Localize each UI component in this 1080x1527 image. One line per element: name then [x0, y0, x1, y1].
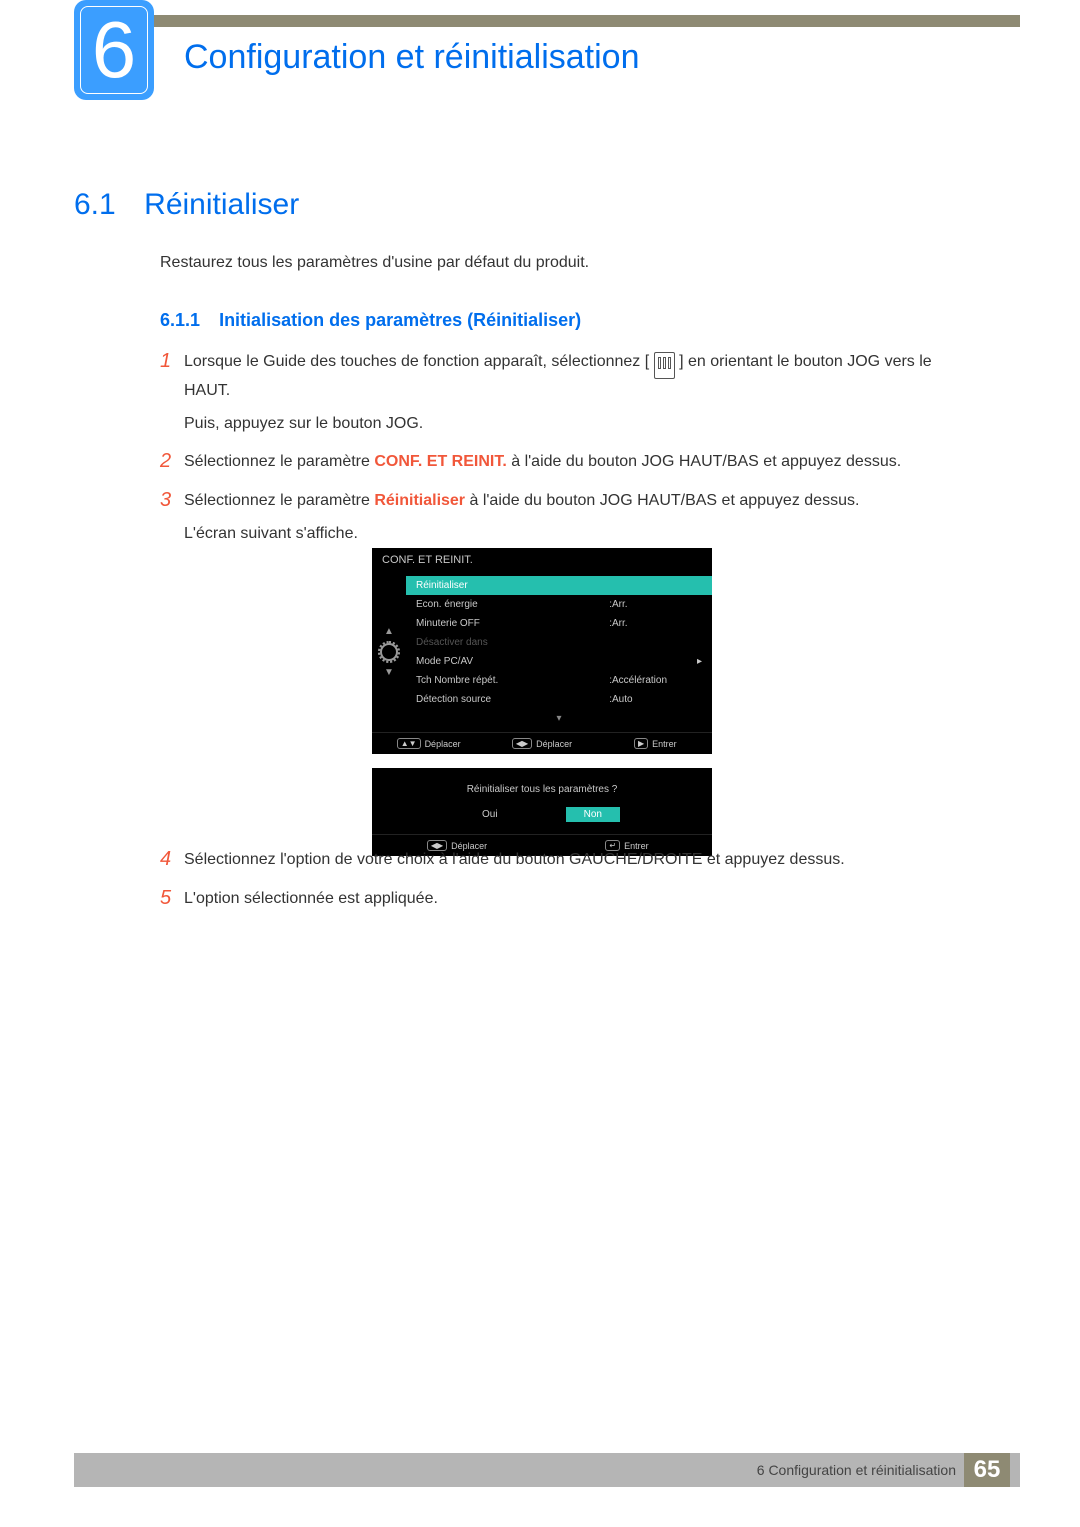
step-body: Lorsque le Guide des touches de fonction…	[184, 350, 940, 436]
osd-more-indicator: ▾	[406, 709, 712, 728]
osd-value: Arr.	[612, 618, 702, 629]
osd-label: Désactiver dans	[416, 637, 702, 648]
osd-menu: CONF. ET REINIT. ▲ ▼ Réinitialiser Econ.…	[372, 548, 712, 754]
text: Puis, appuyez sur le bouton JOG.	[184, 415, 423, 432]
osd-row: Minuterie OFF: Arr.	[406, 614, 712, 633]
step-4: 4 Sélectionnez l'option de votre choix à…	[160, 848, 940, 873]
osd-hint-enter: ▶ Entrer	[599, 733, 712, 754]
steps-list: 1 Lorsque le Guide des touches de foncti…	[160, 350, 940, 561]
step-body: Sélectionnez l'option de votre choix à l…	[184, 848, 940, 873]
osd-title: CONF. ET REINIT.	[372, 548, 712, 572]
chapter-header: 6 Configuration et réinitialisation	[74, 0, 639, 100]
osd-footer: ▲▼ Déplacer ◀▶ Déplacer ▶ Entrer	[372, 732, 712, 754]
subsection-number: 6.1.1	[160, 310, 200, 330]
step-body: L'option sélectionnée est appliquée.	[184, 887, 940, 912]
step-2: 2 Sélectionnez le paramètre CONF. ET REI…	[160, 450, 940, 475]
osd-screenshot: CONF. ET REINIT. ▲ ▼ Réinitialiser Econ.…	[372, 548, 712, 856]
dialog-options: Oui Non	[372, 807, 712, 834]
step-1: 1 Lorsque le Guide des touches de foncti…	[160, 350, 940, 436]
osd-label: Econ. énergie	[416, 599, 609, 610]
hint-text: Entrer	[652, 739, 677, 749]
osd-row: Econ. énergie: Arr.	[406, 595, 712, 614]
steps-list-continued: 4 Sélectionnez l'option de votre choix à…	[160, 848, 940, 926]
gear-icon	[380, 643, 398, 661]
osd-label: Tch Nombre répét.	[416, 675, 609, 686]
text: Sélectionnez le paramètre	[184, 492, 374, 509]
text: à l'aide du bouton JOG HAUT/BAS et appuy…	[507, 453, 901, 470]
section-title: Réinitialiser	[144, 188, 299, 222]
subsection-title: Initialisation des paramètres (Réinitial…	[219, 310, 581, 330]
osd-label: Détection source	[416, 694, 609, 705]
dialog-question: Réinitialiser tous les paramètres ?	[372, 768, 712, 807]
text: Lorsque le Guide des touches de fonction…	[184, 353, 649, 370]
highlight: Réinitialiser	[374, 492, 465, 509]
menu-button-icon	[654, 352, 675, 379]
updown-icon: ▲▼	[397, 738, 421, 749]
hint-text: Déplacer	[425, 739, 461, 749]
hint-text: Déplacer	[536, 739, 572, 749]
chapter-number-badge: 6	[74, 0, 154, 100]
text: Sélectionnez le paramètre	[184, 453, 374, 470]
arrow-down-icon: ▼	[384, 667, 394, 678]
enter-icon: ▶	[634, 738, 648, 749]
chapter-number: 6	[92, 4, 137, 96]
dialog-yes: Oui	[464, 807, 516, 822]
arrow-up-icon: ▲	[384, 626, 394, 637]
osd-row: Tch Nombre répét.: Accélération	[406, 671, 712, 690]
page-footer: 6 Configuration et réinitialisation 65	[74, 1453, 1020, 1487]
leftright-icon: ◀▶	[512, 738, 532, 749]
section-number: 6.1	[74, 188, 116, 222]
osd-hint-move-h: ◀▶ Déplacer	[485, 733, 598, 754]
section-intro: Restaurez tous les paramètres d'usine pa…	[160, 254, 589, 272]
osd-label: Mode PC/AV	[416, 656, 690, 667]
step-number: 4	[160, 848, 184, 873]
osd-hint-move-v: ▲▼ Déplacer	[372, 733, 485, 754]
step-number: 2	[160, 450, 184, 475]
osd-row: Détection source: Auto	[406, 690, 712, 709]
section-heading: 6.1 Réinitialiser	[74, 188, 299, 222]
osd-label: Minuterie OFF	[416, 618, 609, 629]
osd-value: Auto	[612, 694, 702, 705]
footer-page-number: 65	[964, 1453, 1010, 1487]
osd-label: Réinitialiser	[416, 580, 702, 591]
step-number: 3	[160, 489, 184, 547]
footer-label: 6 Configuration et réinitialisation	[757, 1462, 956, 1478]
step-3: 3 Sélectionnez le paramètre Réinitialise…	[160, 489, 940, 547]
subsection-heading: 6.1.1 Initialisation des paramètres (Réi…	[160, 310, 581, 331]
step-body: Sélectionnez le paramètre CONF. ET REINI…	[184, 450, 940, 475]
osd-value: Arr.	[612, 599, 702, 610]
osd-row-reinitialiser: Réinitialiser	[406, 576, 712, 595]
text: L'écran suivant s'affiche.	[184, 525, 358, 542]
osd-value: Accélération	[612, 675, 702, 686]
step-body: Sélectionnez le paramètre Réinitialiser …	[184, 489, 940, 547]
text: à l'aide du bouton JOG HAUT/BAS et appuy…	[465, 492, 859, 509]
step-number: 1	[160, 350, 184, 436]
osd-row-disabled: Désactiver dans	[406, 633, 712, 652]
dialog-no-selected: Non	[566, 807, 620, 822]
osd-list: Réinitialiser Econ. énergie: Arr. Minute…	[406, 572, 712, 732]
osd-row: Mode PC/AV▸	[406, 652, 712, 671]
step-5: 5 L'option sélectionnée est appliquée.	[160, 887, 940, 912]
osd-dialog: Réinitialiser tous les paramètres ? Oui …	[372, 768, 712, 856]
osd-side-icons: ▲ ▼	[372, 572, 406, 732]
submenu-arrow-icon: ▸	[690, 656, 702, 667]
step-number: 5	[160, 887, 184, 912]
highlight: CONF. ET REINIT.	[374, 453, 506, 470]
chapter-title: Configuration et réinitialisation	[184, 38, 639, 77]
